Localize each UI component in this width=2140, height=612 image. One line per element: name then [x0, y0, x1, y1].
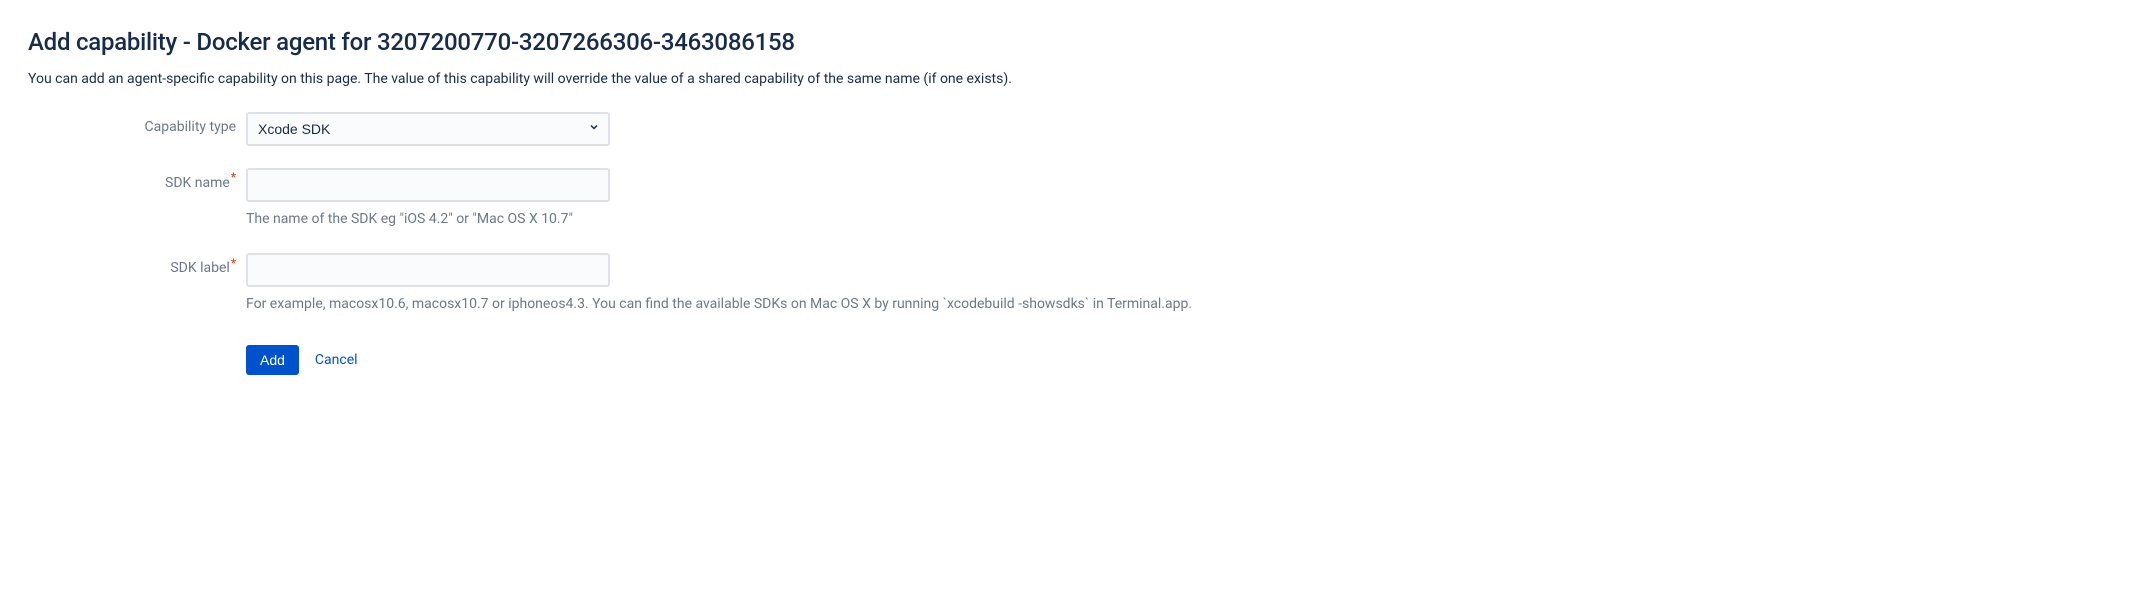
field-sdk-name: SDK name* The name of the SDK eg "iOS 4.… [28, 168, 2112, 250]
sdk-label-input[interactable] [246, 253, 610, 287]
sdk-name-help: The name of the SDK eg "iOS 4.2" or "Mac… [246, 210, 2112, 230]
capability-type-label: Capability type [145, 119, 236, 135]
add-button[interactable]: Add [246, 345, 299, 375]
sdk-label-label: SDK label [170, 260, 229, 276]
page-description: You can add an agent-specific capability… [28, 70, 2112, 90]
sdk-name-label: SDK name [165, 175, 230, 191]
required-indicator: * [231, 256, 236, 270]
capability-type-select[interactable]: Xcode SDK [246, 112, 610, 146]
cancel-link[interactable]: Cancel [311, 346, 362, 374]
field-capability-type: Capability type Xcode SDK [28, 112, 2112, 164]
page-title: Add capability - Docker agent for 320720… [28, 28, 2112, 56]
field-sdk-label: SDK label* For example, macosx10.6, maco… [28, 253, 2112, 335]
capability-form: Capability type Xcode SDK SDK name* The … [28, 112, 2112, 381]
form-actions: Add Cancel [28, 339, 2112, 381]
sdk-label-help: For example, macosx10.6, macosx10.7 or i… [246, 295, 2112, 315]
sdk-name-input[interactable] [246, 168, 610, 202]
required-indicator: * [231, 170, 236, 184]
